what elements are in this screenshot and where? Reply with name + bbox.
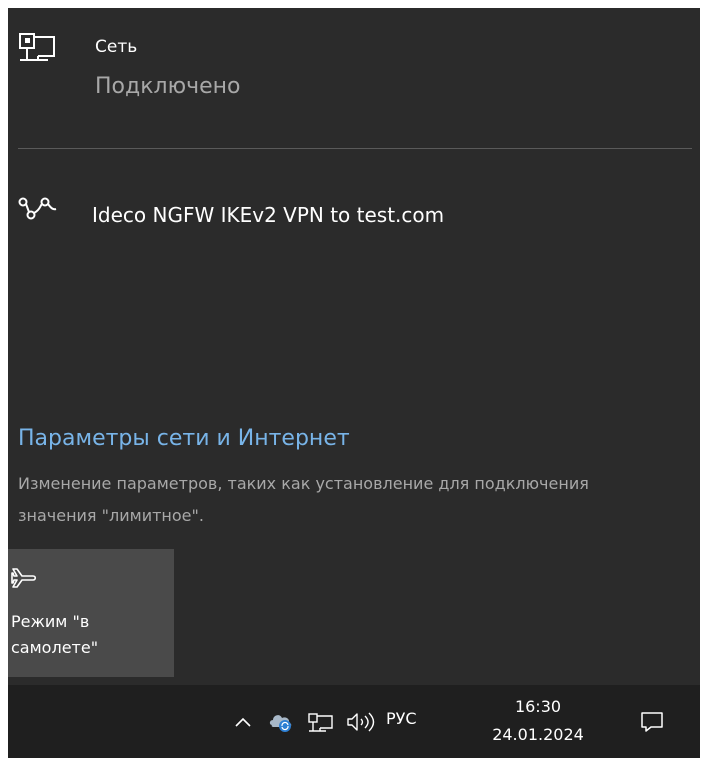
network-status: Подключено: [95, 74, 241, 99]
network-flyout: Сеть Подключено Ideco NGFW IKEv2 VPN to …: [8, 8, 700, 685]
taskbar: РУС 16:30 24.01.2024: [8, 685, 700, 758]
wired-network-icon: [18, 28, 58, 68]
divider: [18, 148, 692, 149]
network-connection-item[interactable]: Сеть Подключено: [8, 8, 700, 148]
airplane-icon: [11, 565, 37, 591]
network-icon[interactable]: [302, 685, 340, 758]
airplane-mode-button[interactable]: Режим "в самолете": [8, 549, 174, 677]
volume-icon[interactable]: [342, 685, 382, 758]
vpn-icon: [18, 196, 58, 222]
input-language-indicator[interactable]: РУС: [386, 709, 417, 729]
airplane-mode-label: Режим "в самолете": [11, 612, 99, 657]
network-settings-link[interactable]: Параметры сети и Интернет: [18, 425, 350, 453]
chevron-up-icon[interactable]: [228, 685, 258, 758]
clock-time: 16:30: [514, 697, 562, 716]
vpn-name: Ideco NGFW IKEv2 VPN to test.com: [92, 203, 445, 227]
clock[interactable]: 16:30 24.01.2024: [483, 693, 593, 749]
vpn-connection-item[interactable]: Ideco NGFW IKEv2 VPN to test.com: [8, 188, 700, 244]
network-name: Сеть: [95, 37, 138, 57]
clock-date: 24.01.2024: [492, 725, 584, 744]
action-center-icon[interactable]: [628, 685, 676, 758]
network-settings-description: Изменение параметров, таких как установл…: [18, 474, 589, 525]
onedrive-sync-icon[interactable]: [264, 685, 298, 758]
